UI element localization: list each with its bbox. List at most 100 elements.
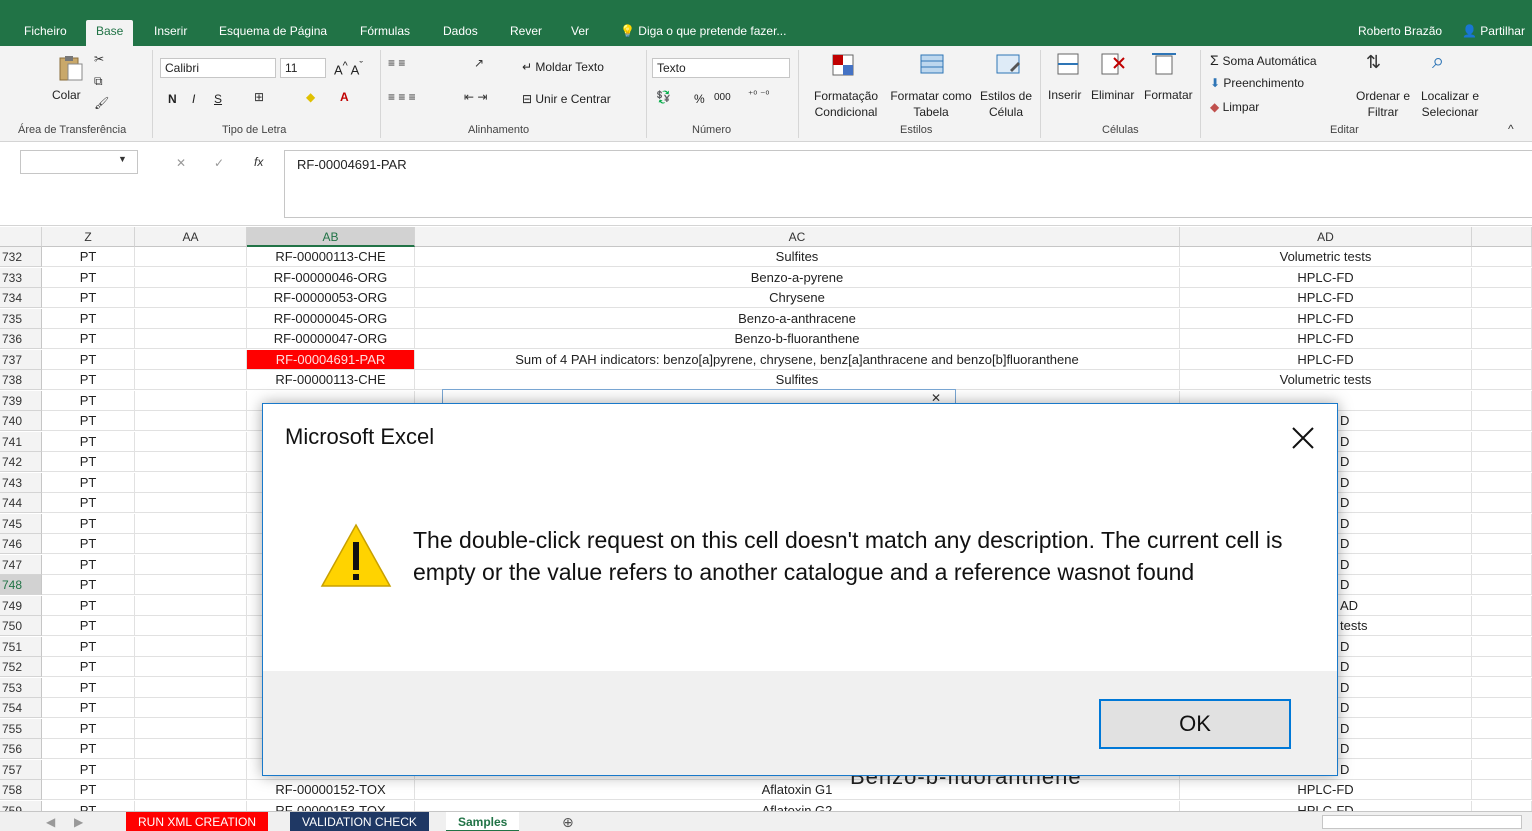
- indent-icon[interactable]: ⇤ ⇥: [464, 90, 487, 104]
- row-header[interactable]: 756: [0, 739, 42, 759]
- cell-ad[interactable]: HPLC-FD: [1180, 780, 1472, 800]
- cell-aa[interactable]: [135, 493, 247, 513]
- cut-icon[interactable]: ✂: [94, 52, 104, 66]
- row-header[interactable]: 739: [0, 390, 42, 411]
- next-sheet-icon[interactable]: ▶: [74, 815, 83, 829]
- sheet-tab-samples[interactable]: Samples: [446, 812, 520, 831]
- row-header[interactable]: 738: [0, 370, 42, 390]
- cell-z[interactable]: PT: [42, 452, 135, 472]
- cell-ab[interactable]: RF-00000152-TOX: [247, 780, 415, 800]
- formula-input[interactable]: RF-00004691-PAR: [284, 150, 1532, 218]
- borders-icon[interactable]: ⊞: [254, 90, 264, 104]
- cell-z[interactable]: PT: [42, 800, 135, 811]
- row-header[interactable]: 732: [0, 247, 42, 267]
- enter-icon[interactable]: ✓: [214, 156, 224, 170]
- accounting-icon[interactable]: 💱: [656, 90, 671, 104]
- cell-ac[interactable]: Sum of 4 PAH indicators: benzo[a]pyrene,…: [415, 349, 1180, 370]
- cell-z[interactable]: PT: [42, 575, 135, 595]
- cell-aa[interactable]: [135, 349, 247, 370]
- cell-ae[interactable]: [1472, 493, 1532, 513]
- row-header[interactable]: 755: [0, 718, 42, 739]
- row-header[interactable]: 734: [0, 288, 42, 308]
- cell-aa[interactable]: [135, 800, 247, 811]
- cell-z[interactable]: PT: [42, 370, 135, 390]
- font-size-select[interactable]: 11: [280, 58, 326, 78]
- orientation-icon[interactable]: ↗: [474, 56, 484, 70]
- row-header[interactable]: 736: [0, 329, 42, 349]
- cell-ac[interactable]: Benzo-b-fluoranthene: [415, 329, 1180, 349]
- cell-ac[interactable]: Chrysene: [415, 288, 1180, 308]
- cell-z[interactable]: PT: [42, 308, 135, 329]
- column-header-ae[interactable]: [1472, 227, 1532, 247]
- cell-ad[interactable]: HPLC-FD: [1180, 800, 1472, 811]
- format-as-table-icon[interactable]: [918, 52, 946, 80]
- tab-esquema-de-pagina[interactable]: Esquema de Página: [219, 24, 327, 38]
- percent-button[interactable]: %: [694, 92, 705, 106]
- thousands-button[interactable]: 000: [714, 92, 731, 103]
- column-header-z[interactable]: Z: [42, 227, 135, 247]
- cell-ae[interactable]: [1472, 247, 1532, 267]
- select-all-corner[interactable]: [0, 227, 42, 247]
- merge-center-button[interactable]: ⊟ Unir e Centrar: [522, 92, 611, 106]
- cell-aa[interactable]: [135, 431, 247, 452]
- conditional-formatting-icon[interactable]: [830, 52, 858, 80]
- insert-function-icon[interactable]: fx: [254, 155, 263, 169]
- cell-ad[interactable]: Volumetric tests: [1180, 247, 1472, 267]
- cell-z[interactable]: PT: [42, 636, 135, 657]
- cell-z[interactable]: PT: [42, 493, 135, 513]
- row-header[interactable]: 759: [0, 800, 42, 811]
- cell-ae[interactable]: [1472, 800, 1532, 811]
- cell-z[interactable]: PT: [42, 431, 135, 452]
- cell-styles-icon[interactable]: [994, 52, 1022, 80]
- cell-ab[interactable]: RF-00000153-TOX: [247, 800, 415, 811]
- cell-aa[interactable]: [135, 308, 247, 329]
- column-header-ac[interactable]: AC: [415, 227, 1180, 247]
- cell-ae[interactable]: [1472, 308, 1532, 329]
- cell-ab[interactable]: RF-00000045-ORG: [247, 308, 415, 329]
- cell-ae[interactable]: [1472, 698, 1532, 718]
- cell-aa[interactable]: [135, 698, 247, 718]
- cell-aa[interactable]: [135, 759, 247, 780]
- cell-aa[interactable]: [135, 288, 247, 308]
- tab-inserir[interactable]: Inserir: [154, 24, 187, 38]
- tab-rever[interactable]: Rever: [510, 24, 542, 38]
- row-header[interactable]: 742: [0, 452, 42, 472]
- column-header-ad[interactable]: AD: [1180, 227, 1472, 247]
- cell-ae[interactable]: [1472, 677, 1532, 698]
- close-icon[interactable]: [1283, 418, 1323, 458]
- cell-aa[interactable]: [135, 513, 247, 534]
- cell-ae[interactable]: [1472, 431, 1532, 452]
- cell-ac[interactable]: Benzo-a-pyrene: [415, 267, 1180, 288]
- format-painter-icon[interactable]: 🖌: [94, 96, 109, 110]
- wrap-text-button[interactable]: ↵ Moldar Texto: [522, 60, 604, 74]
- insert-cells-icon[interactable]: [1054, 50, 1082, 78]
- cell-aa[interactable]: [135, 370, 247, 390]
- row-header[interactable]: 745: [0, 513, 42, 534]
- cell-z[interactable]: PT: [42, 780, 135, 800]
- cell-aa[interactable]: [135, 636, 247, 657]
- cell-ae[interactable]: [1472, 636, 1532, 657]
- row-header[interactable]: 744: [0, 493, 42, 513]
- format-as-table-button[interactable]: Formatar como Tabela: [886, 88, 976, 120]
- paste-icon[interactable]: [56, 54, 84, 82]
- clear-button[interactable]: ◆ Limpar: [1210, 100, 1259, 114]
- cell-z[interactable]: PT: [42, 739, 135, 759]
- tell-me-box[interactable]: 💡 Diga o que pretende fazer...: [620, 24, 786, 38]
- row-header[interactable]: 754: [0, 698, 42, 718]
- chevron-down-icon[interactable]: ▼: [118, 154, 127, 164]
- cell-aa[interactable]: [135, 677, 247, 698]
- cell-z[interactable]: PT: [42, 267, 135, 288]
- cell-z[interactable]: PT: [42, 534, 135, 554]
- row-header[interactable]: 740: [0, 411, 42, 431]
- row-header[interactable]: 737: [0, 349, 42, 370]
- user-name[interactable]: Roberto Brazão: [1358, 24, 1442, 38]
- cell-ae[interactable]: [1472, 554, 1532, 575]
- cell-aa[interactable]: [135, 247, 247, 267]
- cell-ae[interactable]: [1472, 739, 1532, 759]
- cancel-icon[interactable]: ✕: [176, 156, 186, 170]
- column-header-ab[interactable]: AB: [247, 227, 415, 247]
- cell-z[interactable]: PT: [42, 349, 135, 370]
- cell-ae[interactable]: [1472, 349, 1532, 370]
- format-button[interactable]: Formatar: [1144, 88, 1193, 102]
- cell-ae[interactable]: [1472, 616, 1532, 636]
